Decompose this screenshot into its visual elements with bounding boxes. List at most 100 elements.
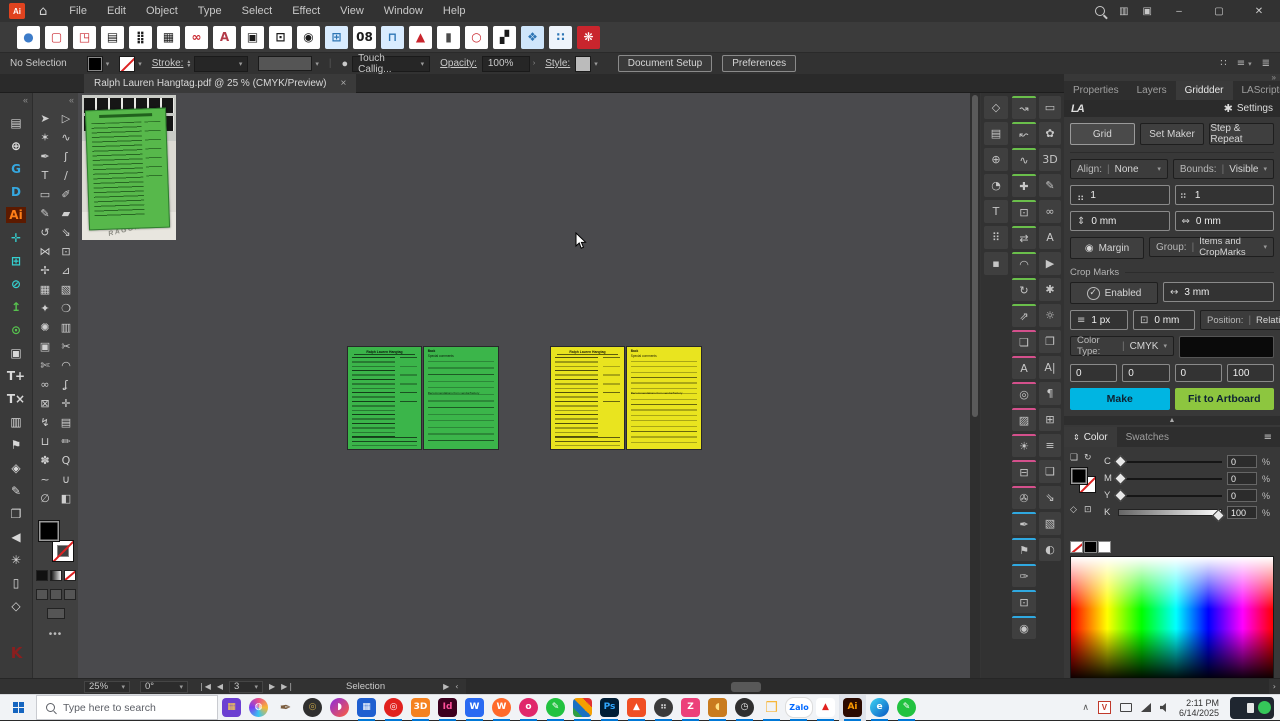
marquee-dots-icon[interactable]: ∷: [549, 26, 572, 49]
type-style-panel-icon[interactable]: A: [1012, 356, 1036, 379]
lens-icon[interactable]: ◎: [299, 695, 326, 721]
target-panel-icon[interactable]: ⊕: [984, 148, 1008, 171]
width-tool[interactable]: ⋈: [35, 242, 56, 261]
sheet-panel-icon[interactable]: ▤: [984, 122, 1008, 145]
opera-icon[interactable]: ◎: [380, 695, 407, 721]
arc-panel-icon[interactable]: ◠: [1012, 252, 1036, 275]
pen-box-icon[interactable]: ✎: [6, 483, 26, 499]
next-artboard-icon[interactable]: ▶: [269, 682, 275, 691]
slider-handle[interactable]: [1114, 489, 1127, 502]
scale-tool[interactable]: ⇘: [56, 223, 77, 242]
curve-panel-icon[interactable]: ↝: [1012, 96, 1036, 119]
step-repeat-button[interactable]: Step & Repeat: [1209, 123, 1274, 145]
artboard-green-back[interactable]: Back Special comments Recommendations fr…: [424, 347, 498, 449]
blend-tool[interactable]: ❍: [56, 299, 77, 318]
handles-panel-icon[interactable]: ↜: [1012, 122, 1036, 145]
bounds-dropdown[interactable]: Bounds:| Visible▾: [1173, 159, 1274, 179]
cmyk-value-input[interactable]: 0: [1070, 364, 1117, 382]
bucket-tool[interactable]: ◧: [56, 489, 77, 508]
swap-rings-icon[interactable]: ∞: [185, 26, 208, 49]
perspective-tool[interactable]: ⊿: [56, 261, 77, 280]
circles-panel-icon[interactable]: ◉: [1012, 616, 1036, 639]
search-icon[interactable]: [1095, 6, 1105, 16]
magic-wand-tool[interactable]: ✶: [35, 128, 56, 147]
volume-tray-icon[interactable]: [1160, 703, 1170, 712]
cube-icon[interactable]: ◇: [1070, 505, 1077, 515]
color-button[interactable]: [36, 570, 48, 581]
paintbrush-tool[interactable]: ✐: [56, 185, 77, 204]
zoom-tool[interactable]: Q: [56, 451, 77, 470]
eye-icon[interactable]: ◉: [297, 26, 320, 49]
menu-item[interactable]: View: [330, 0, 374, 22]
rotate-tool[interactable]: ↺: [35, 223, 56, 242]
tab-swatches[interactable]: Swatches: [1117, 427, 1178, 447]
transparency-panel-icon[interactable]: ◐: [1039, 538, 1061, 561]
brush-dropdown[interactable]: Touch Callig...▾: [352, 56, 430, 72]
storefront-icon[interactable]: ▤: [101, 26, 124, 49]
rows-input[interactable]: ⣤1: [1070, 185, 1170, 205]
draw-normal-icon[interactable]: [36, 589, 48, 600]
rectangle-tool[interactable]: ▭: [35, 185, 56, 204]
shape-panel-icon[interactable]: ✿: [1039, 122, 1061, 145]
tab-lascripts[interactable]: LAScripts: [1233, 81, 1280, 100]
apple-icon[interactable]: ●: [17, 26, 40, 49]
vertical-spacing-input[interactable]: ⇕0 mm: [1070, 211, 1170, 231]
ruler-tool[interactable]: ▤: [56, 413, 77, 432]
link-box-icon[interactable]: ❐: [6, 506, 26, 522]
close-button[interactable]: ✕: [1246, 6, 1272, 17]
swap-colors-icon[interactable]: ❏: [1070, 453, 1078, 463]
chevron-down-icon[interactable]: ▾: [138, 60, 142, 68]
swatch-grid-icon[interactable]: ▣: [6, 345, 26, 361]
add-frame-icon[interactable]: ⊞: [325, 26, 348, 49]
direct-selection-tool[interactable]: ▷: [56, 109, 77, 128]
indesign-icon[interactable]: Id: [434, 695, 461, 721]
stroke-weight-input[interactable]: ≡1 px: [1070, 310, 1128, 330]
apple-outline-icon[interactable]: ○: [465, 26, 488, 49]
artboard-panel-icon[interactable]: ▭: [1039, 96, 1061, 119]
edit-toolbar-icon[interactable]: •••: [33, 629, 78, 640]
artboard-tool[interactable]: ▣: [35, 337, 56, 356]
slider-value-input[interactable]: 0: [1227, 489, 1257, 502]
triangle-icon[interactable]: ◀: [6, 529, 26, 545]
book-icon[interactable]: ▯: [6, 575, 26, 591]
eyedropper-tool[interactable]: ✦: [35, 299, 56, 318]
measure-tool[interactable]: ∅: [35, 489, 56, 508]
minimize-button[interactable]: –: [1166, 6, 1192, 17]
copilot-icon[interactable]: ◍: [245, 695, 272, 721]
stroke-stepper[interactable]: ▲▼: [186, 60, 191, 68]
photoshop-icon[interactable]: Ps: [596, 695, 623, 721]
qr-icon[interactable]: ▞: [493, 26, 516, 49]
opacity-expand-icon[interactable]: ›: [533, 60, 535, 67]
links-panel-icon[interactable]: ∞: [1039, 200, 1061, 223]
document-tab[interactable]: Ralph Lauren Hangtag.pdf @ 25 % (CMYK/Pr…: [84, 74, 356, 93]
line-tool[interactable]: ∕: [56, 166, 77, 185]
shadow-panel-icon[interactable]: ❏: [1012, 330, 1036, 353]
close-tab-icon[interactable]: ×: [341, 78, 347, 89]
slider-track[interactable]: [1118, 461, 1222, 463]
gradient-button[interactable]: [50, 570, 62, 581]
draw-behind-icon[interactable]: [50, 589, 62, 600]
fountain-pen-panel-icon[interactable]: ✒: [1012, 512, 1036, 535]
first-artboard-icon[interactable]: ❘◀: [198, 682, 211, 691]
columns-icon[interactable]: ▥: [6, 414, 26, 430]
anchor-tool[interactable]: ↯: [35, 413, 56, 432]
opacity-input[interactable]: 100%: [482, 56, 530, 72]
tab-color[interactable]: ⇕ Color: [1064, 427, 1117, 447]
filmora-icon[interactable]: ▦: [218, 695, 245, 721]
panel-menu-icon[interactable]: ≡: [1264, 427, 1280, 447]
add-circle-icon[interactable]: ⊕: [6, 138, 26, 154]
artboard-yellow-back[interactable]: Back Special comments Recommendations fr…: [627, 347, 701, 449]
brushes-panel-icon[interactable]: ✎: [1039, 174, 1061, 197]
align-panel-icon[interactable]: ≡: [1039, 434, 1061, 457]
menu-item[interactable]: Edit: [97, 0, 136, 22]
shaper-tool[interactable]: ✎: [35, 204, 56, 223]
artboard-number-dropdown[interactable]: 3▾: [229, 681, 263, 693]
scroll-right-icon[interactable]: ›: [1273, 682, 1276, 691]
menu-item[interactable]: Window: [374, 0, 433, 22]
zoom-level-dropdown[interactable]: 25%▾: [84, 681, 130, 693]
columns-input[interactable]: ⣤1: [1175, 185, 1275, 205]
copy-panel-icon[interactable]: ❐: [1039, 330, 1061, 353]
cube-panel-icon[interactable]: ◇: [984, 96, 1008, 119]
style-label[interactable]: Style:: [545, 58, 570, 69]
acrobat-icon[interactable]: ▲: [812, 695, 839, 721]
